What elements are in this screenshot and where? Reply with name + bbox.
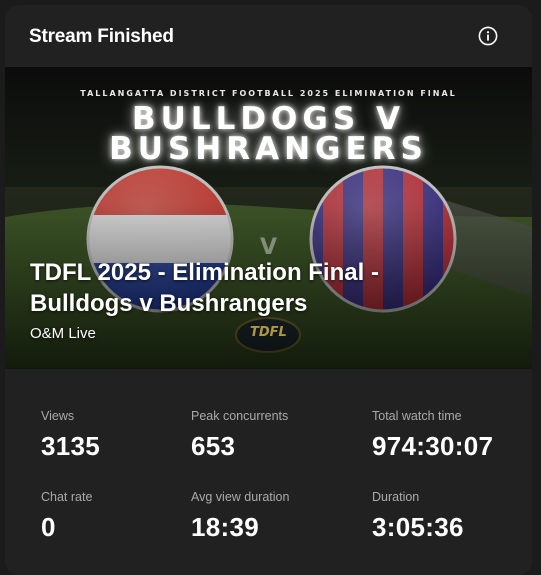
- stat-value: 3135: [41, 431, 101, 461]
- stat-duration: Duration 3:05:36: [372, 490, 464, 543]
- stat-label: Avg view duration: [191, 490, 290, 504]
- tdfl-logo: TDFL: [250, 325, 287, 340]
- stat-label: Peak concurrents: [191, 409, 289, 423]
- stat-value: 0: [41, 512, 56, 542]
- channel-name[interactable]: O&M Live: [30, 325, 96, 342]
- info-icon[interactable]: [478, 26, 498, 46]
- stat-peak-concurrents: Peak concurrents 653: [191, 409, 288, 462]
- stat-chat-rate: Chat rate 0: [41, 490, 92, 543]
- stat-value: 974:30:07: [372, 431, 494, 461]
- thumbnail-team-line-2: BUSHRANGERS: [109, 131, 428, 167]
- stat-label: Views: [41, 409, 75, 423]
- stat-label: Duration: [372, 490, 420, 504]
- stat-total-watch-time: Total watch time 974:30:07: [372, 409, 493, 462]
- stream-summary-card: Stream Finished TALLANGATTA DISTRICT FOO…: [5, 5, 532, 575]
- thumbnail-team-line-1: BULLDOGS V: [132, 101, 405, 137]
- stat-label: Total watch time: [372, 409, 462, 423]
- stream-stats: Views 3135 Peak concurrents 653 Total wa…: [5, 369, 532, 575]
- stat-value: 18:39: [191, 512, 259, 542]
- stat-avg-view-duration: Avg view duration 18:39: [191, 490, 289, 543]
- thumbnail-event-line: TALLANGATTA DISTRICT FOOTBALL 2025 ELIMI…: [80, 89, 457, 98]
- header-title: Stream Finished: [29, 26, 174, 47]
- stream-thumbnail[interactable]: TALLANGATTA DISTRICT FOOTBALL 2025 ELIMI…: [5, 67, 532, 369]
- stat-value: 3:05:36: [372, 512, 464, 542]
- stat-value: 653: [191, 431, 236, 461]
- stream-title[interactable]: TDFL 2025 - Elimination Final - Bulldogs…: [30, 257, 470, 319]
- card-header: Stream Finished: [5, 5, 532, 67]
- stat-label: Chat rate: [41, 490, 93, 504]
- stat-views: Views 3135: [41, 409, 100, 462]
